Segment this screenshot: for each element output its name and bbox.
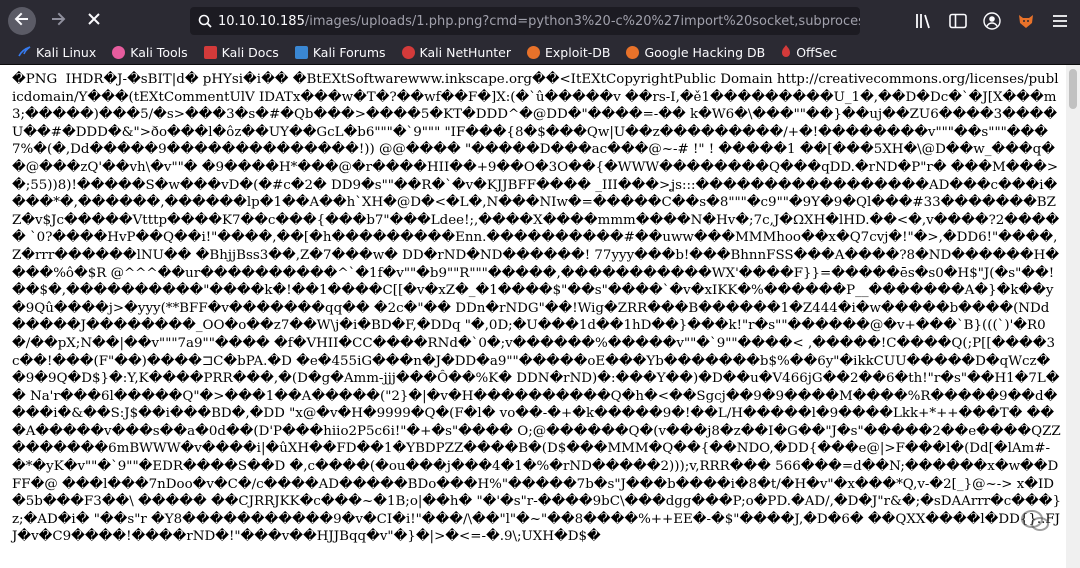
raw-png-binary-text: �PNG IHDR�J-�sBIT|d� pHYsi�i�� �BtEXtSof…	[12, 72, 1065, 545]
ghdb-icon	[626, 46, 640, 59]
offsec-icon	[781, 44, 791, 61]
browser-toolbar: 10.10.10.185/images/uploads/1.php.png?cm…	[0, 0, 1080, 41]
kali-docs-icon	[203, 46, 217, 59]
bookmark-label: Kali Linux	[36, 45, 97, 60]
toolbar-right	[914, 8, 1070, 34]
bookmark-kali-docs[interactable]: Kali Docs	[198, 42, 285, 64]
extension-fox-icon[interactable]	[1016, 11, 1036, 31]
bookmark-exploit-db[interactable]: Exploit-DB	[521, 42, 616, 64]
bookmark-label: Kali NetHunter	[419, 45, 512, 60]
kali-icon	[18, 45, 31, 61]
scrollbar-thumb[interactable]	[1069, 69, 1077, 109]
bookmark-offsec[interactable]: OffSec	[775, 42, 843, 64]
bookmark-label: Kali Tools	[130, 45, 188, 60]
bookmark-google-hacking-db[interactable]: Google Hacking DB	[620, 42, 771, 64]
back-button[interactable]	[8, 6, 36, 35]
bookmark-label: Exploit-DB	[545, 45, 611, 60]
stop-button[interactable]	[80, 7, 108, 35]
bookmark-label: Google Hacking DB	[644, 45, 766, 60]
page-content: �PNG IHDR�J-�sBIT|d� pHYsi�i�� �BtEXtSof…	[0, 65, 1066, 568]
wechat-logo-icon	[1020, 508, 1050, 540]
bookmark-kali-nethunter[interactable]: Kali NetHunter	[396, 42, 517, 64]
bookmark-kali-tools[interactable]: Kali Tools	[106, 42, 193, 64]
profile-icon[interactable]	[982, 11, 1002, 31]
bookmark-label: Kali Forums	[312, 45, 386, 60]
search-icon	[198, 13, 212, 29]
bookmark-kali-linux[interactable]: Kali Linux	[12, 42, 102, 64]
library-icon[interactable]	[914, 11, 934, 31]
url-host: 10.10.10.185	[218, 13, 305, 29]
address-bar[interactable]: 10.10.10.185/images/uploads/1.php.png?cm…	[190, 7, 860, 35]
url-text[interactable]: 10.10.10.185/images/uploads/1.php.png?cm…	[218, 14, 860, 29]
vertical-scrollbar[interactable]	[1066, 65, 1080, 568]
forward-button[interactable]	[44, 7, 72, 35]
sidebar-icon[interactable]	[948, 11, 968, 31]
url-path: /images/uploads/1.php.png?cmd=python3%20…	[304, 13, 860, 29]
bookmark-label: Kali Docs	[221, 45, 279, 60]
exploit-db-icon	[527, 46, 541, 59]
kali-tools-icon	[112, 46, 126, 59]
close-icon	[87, 11, 101, 30]
bookmark-kali-forums[interactable]: Kali Forums	[289, 42, 392, 64]
arrow-right-icon	[50, 11, 66, 31]
watermark	[1020, 508, 1050, 540]
arrow-left-icon	[14, 11, 30, 31]
kali-forums-icon	[294, 46, 308, 59]
nethunter-icon	[401, 46, 415, 59]
menu-icon[interactable]	[1050, 11, 1070, 31]
bookmarks-toolbar: Kali Linux Kali Tools Kali Docs Kali For…	[0, 41, 1080, 65]
bookmark-label: OffSec	[796, 45, 838, 60]
